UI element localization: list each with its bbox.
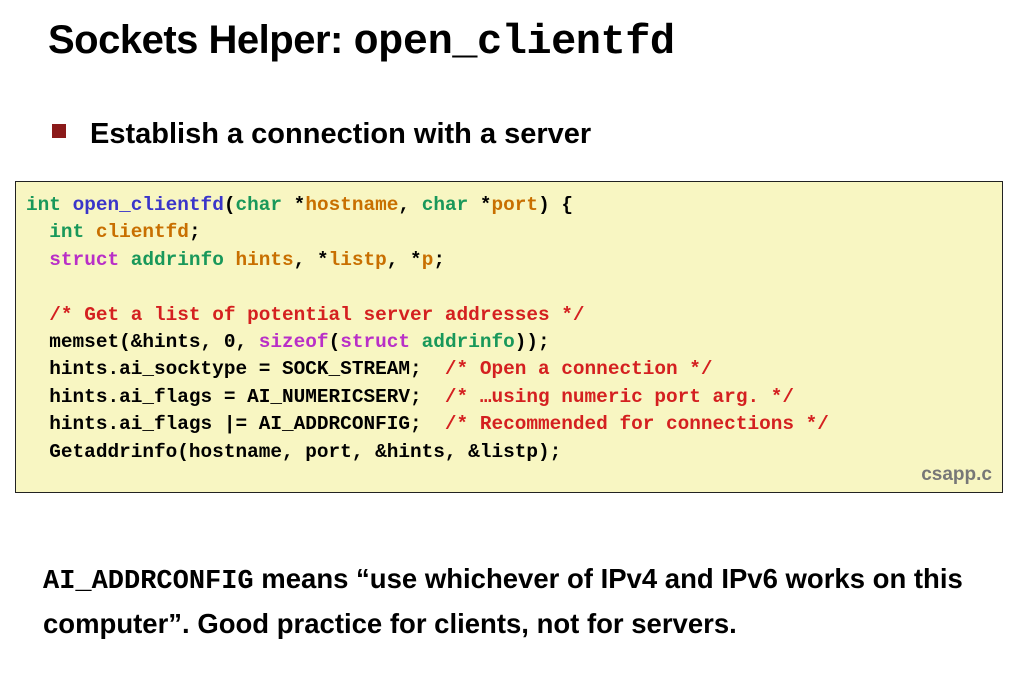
code-token: struct <box>49 248 120 271</box>
code-line: struct addrinfo hints, *listp, *p; <box>26 247 829 274</box>
code-token: ; <box>433 248 445 271</box>
code-token: /* Recommended for connections */ <box>444 413 829 436</box>
code-token: , * <box>386 248 422 271</box>
code-token: , * <box>293 248 329 271</box>
code-token: hints.ai_socktype = SOCK_STREAM; <box>26 358 445 381</box>
code-token: p <box>421 248 434 271</box>
bullet-item: Establish a connection with a server <box>52 118 591 151</box>
code-token: /* Open a connection */ <box>444 358 713 381</box>
explanation-note: AI_ADDRCONFIG means “use whichever of IP… <box>43 558 993 645</box>
code-token: hints.ai_flags = AI_NUMERICSERV; <box>26 385 445 408</box>
code-line: Getaddrinfo(hostname, port, &hints, &lis… <box>26 439 829 466</box>
code-token: ( <box>223 194 236 216</box>
bullet-text: Establish a connection with a server <box>90 118 592 150</box>
code-token: struct <box>340 330 411 353</box>
code-token: char <box>421 194 469 216</box>
code-token: /* …using numeric port arg. */ <box>444 385 794 408</box>
code-token: Getaddrinfo(hostname, port, &hints, &lis… <box>26 440 562 463</box>
code-token: , <box>398 194 422 216</box>
page-title: Sockets Helper: open_clientfd <box>48 18 675 66</box>
code-token: hostname <box>305 194 399 216</box>
code-token: int <box>26 194 61 216</box>
code-token: open_clientfd <box>72 194 224 216</box>
code-token: ; <box>188 221 201 244</box>
code-line: int clientfd; <box>26 219 829 246</box>
code-token: char <box>235 194 283 216</box>
code-listing: int open_clientfd(char *hostname, char *… <box>26 192 829 466</box>
code-token: port <box>491 194 539 216</box>
code-token: addrinfo <box>130 248 224 271</box>
code-token: ( <box>328 330 341 353</box>
code-filename: csapp.c <box>921 464 992 485</box>
code-token: ) { <box>538 194 573 216</box>
code-line: int open_clientfd(char *hostname, char *… <box>26 192 829 219</box>
code-token: listp <box>328 248 387 271</box>
code-token: )); <box>514 330 550 353</box>
code-token: int <box>49 221 85 244</box>
code-token: /* Get a list of potential server addres… <box>49 303 585 326</box>
note-code-term: AI_ADDRCONFIG <box>43 567 254 597</box>
code-token: * <box>282 194 306 216</box>
code-token: hints.ai_flags |= AI_ADDRCONFIG; <box>26 413 445 436</box>
code-line: memset(&hints, 0, sizeof(struct addrinfo… <box>26 329 829 356</box>
code-line: hints.ai_socktype = SOCK_STREAM; /* Open… <box>26 356 829 383</box>
code-token: clientfd <box>95 221 189 244</box>
page-title-text: Sockets Helper: <box>48 18 354 62</box>
code-token: sizeof <box>258 330 329 353</box>
bullet-square-icon <box>52 124 66 138</box>
code-line: hints.ai_flags |= AI_ADDRCONFIG; /* Reco… <box>26 411 829 438</box>
code-token: addrinfo <box>421 330 515 353</box>
code-token: hints <box>235 248 294 271</box>
page-title-code: open_clientfd <box>353 18 675 66</box>
code-token: * <box>468 194 492 216</box>
code-token: memset(&hints, 0, <box>26 330 259 353</box>
code-line: /* Get a list of potential server addres… <box>26 302 829 329</box>
code-block: int open_clientfd(char *hostname, char *… <box>15 181 1003 493</box>
code-line: hints.ai_flags = AI_NUMERICSERV; /* …usi… <box>26 384 829 411</box>
